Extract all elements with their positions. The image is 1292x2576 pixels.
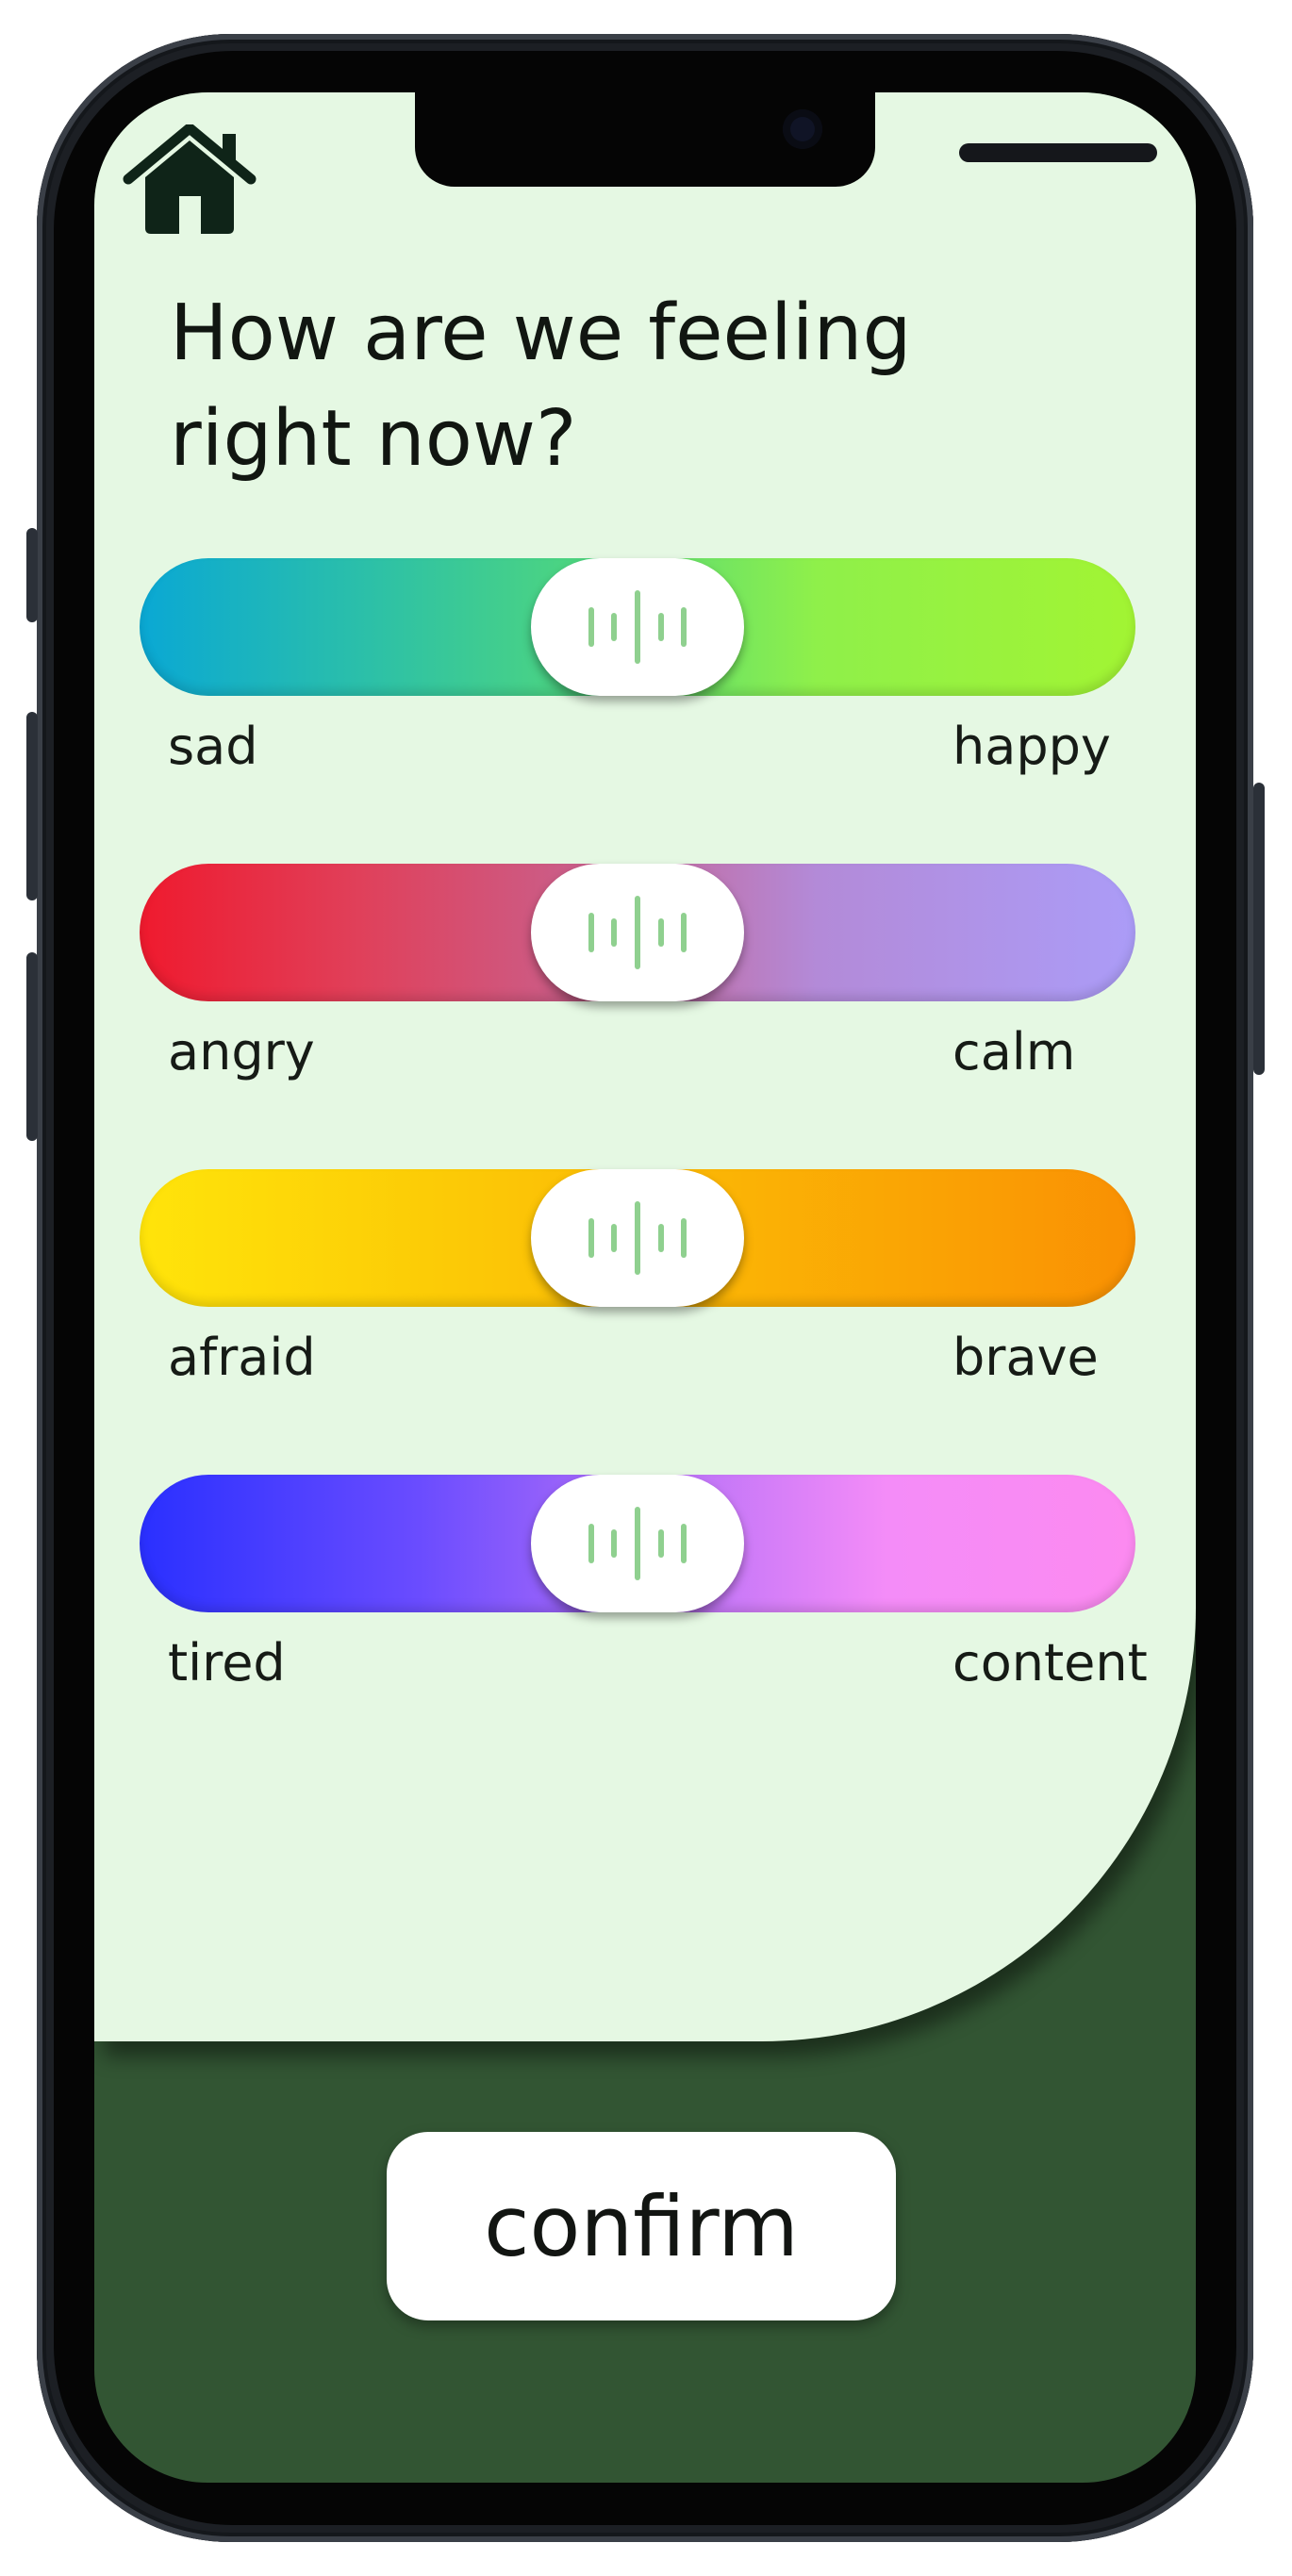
slider-thumb[interactable] [531, 1169, 744, 1307]
mood-slider-angry-calm[interactable]: angry calm [140, 864, 1135, 1082]
slider-thumb[interactable] [531, 558, 744, 696]
mood-slider-afraid-brave[interactable]: afraid brave [140, 1169, 1135, 1387]
home-icon[interactable] [123, 123, 257, 238]
slider-label-left: angry [168, 1022, 315, 1082]
slider-thumb[interactable] [531, 864, 744, 1001]
slider-thumb[interactable] [531, 1475, 744, 1612]
slider-label-left: tired [168, 1633, 286, 1693]
grip-icon [588, 590, 687, 664]
page-title: How are we feeling right now? [170, 289, 912, 484]
front-camera [783, 109, 822, 149]
volume-down-button [26, 952, 38, 1141]
mood-slider-sad-happy[interactable]: sad happy [140, 558, 1135, 776]
slider-label-right: brave [952, 1328, 1099, 1387]
slider-label-right: calm [952, 1022, 1076, 1082]
slider-label-left: sad [168, 717, 258, 776]
volume-up-button [26, 712, 38, 900]
mute-switch [26, 528, 38, 622]
earpiece-speaker [959, 143, 1157, 162]
mood-slider-tired-content[interactable]: tired content [140, 1475, 1148, 1693]
grip-icon [588, 1201, 687, 1275]
confirm-button[interactable]: confirm [387, 2132, 896, 2320]
slider-label-right: happy [952, 717, 1111, 776]
grip-icon [588, 896, 687, 969]
notch [415, 92, 1157, 187]
grip-icon [588, 1507, 687, 1580]
power-button [1253, 783, 1265, 1075]
slider-label-left: afraid [168, 1328, 316, 1387]
app-screen: How are we feeling right now? sad happy … [94, 92, 1196, 2483]
slider-label-right: content [952, 1633, 1148, 1693]
